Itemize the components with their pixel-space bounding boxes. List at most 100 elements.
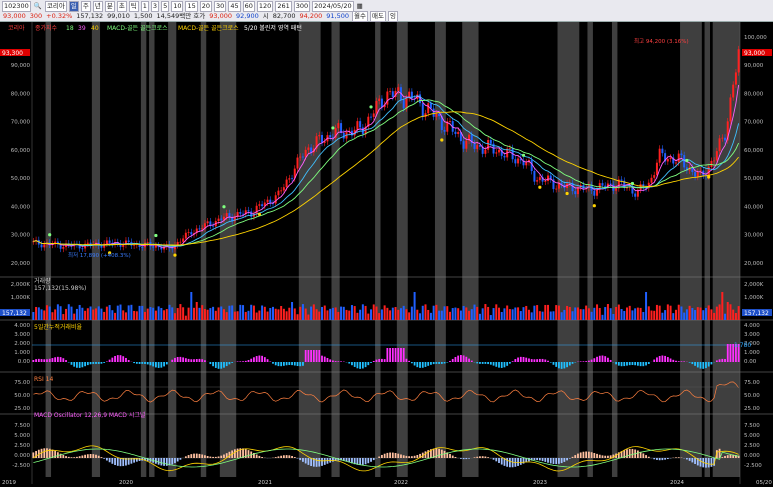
ind1-bar — [334, 361, 337, 362]
macd-histogram-bar — [184, 456, 187, 458]
minute-45-button[interactable]: 45 — [228, 0, 241, 12]
ind1-bar — [427, 362, 430, 366]
ind1-bar — [35, 359, 37, 362]
candle-body — [304, 149, 307, 157]
sell-button[interactable]: 매도 — [369, 10, 386, 22]
candle-body — [100, 245, 103, 248]
ask-price: 92,900 — [236, 11, 259, 20]
low-note: 최저 17,890 (+408.3%) — [68, 251, 131, 259]
macd-histogram-bar — [538, 458, 541, 461]
minute-10-button[interactable]: 10 — [171, 0, 184, 12]
macd-histogram-bar — [220, 455, 223, 458]
volume-bar — [266, 311, 269, 320]
current-price-tag-text: 93,000 — [744, 50, 765, 57]
count-input[interactable]: 261 — [275, 0, 292, 12]
volume-bar — [675, 309, 678, 320]
signal-dot — [154, 233, 158, 238]
minute-30-button[interactable]: 30 — [214, 0, 227, 12]
stock-chart[interactable]: 100,000 90,000 80,000 70,000 60,000 50,000 40,… — [0, 22, 773, 487]
ind1-bar — [430, 362, 432, 365]
ind1-bar — [585, 361, 588, 362]
calendar-icon[interactable]: ▦ — [356, 2, 364, 11]
ind1-bar — [190, 359, 193, 362]
volume-bar — [582, 309, 585, 320]
minute-5-button[interactable]: 5 — [161, 0, 170, 12]
ind1-bar — [348, 362, 351, 364]
period-year-button[interactable]: 년 — [92, 0, 103, 12]
macd-histogram-bar — [361, 458, 364, 465]
ind1-bar — [601, 355, 604, 362]
minute-60-button[interactable]: 60 — [242, 0, 255, 12]
volume-bar — [634, 308, 637, 320]
period-week-button[interactable]: 주 — [80, 0, 91, 12]
volume-bar — [476, 306, 479, 320]
candle-body — [182, 238, 185, 242]
ind1-axis-label: 0.00 — [744, 359, 757, 365]
ind1-bar — [604, 356, 607, 362]
candle-body — [201, 228, 204, 230]
legend-bollinger: 5/20 볼린저 영역 패턴 — [244, 24, 302, 32]
ind1-bar — [255, 356, 258, 362]
count2-input[interactable]: 300 — [293, 0, 311, 12]
minute-15-button[interactable]: 15 — [185, 0, 198, 12]
volume-bar — [236, 311, 239, 320]
minute-3-button[interactable]: 3 — [150, 0, 160, 12]
ind1-bar — [495, 362, 498, 367]
volume-bar — [40, 309, 43, 320]
stock-code-input[interactable]: 102300 — [2, 0, 31, 12]
ind1-bar — [394, 348, 397, 362]
macd-histogram-bar — [579, 452, 582, 458]
ind1-bar — [656, 357, 658, 362]
macd-histogram-bar — [214, 456, 217, 458]
period-tick-button[interactable]: 틱 — [128, 0, 139, 12]
date-input[interactable]: 2024/05/20 — [312, 0, 354, 12]
candle-body — [734, 72, 737, 85]
volume-bar — [702, 310, 705, 320]
candle-body — [620, 179, 623, 181]
shade-band — [557, 22, 580, 477]
ind1-bar — [607, 357, 609, 362]
volume-bar — [291, 302, 294, 320]
search-icon[interactable]: 🔍 — [33, 2, 43, 11]
minute-120-button[interactable]: 120 — [256, 0, 274, 12]
macd-histogram-bar — [258, 455, 261, 458]
minute-20-button[interactable]: 20 — [199, 0, 213, 12]
macd-histogram-bar — [304, 458, 307, 464]
volume-bar — [114, 312, 117, 320]
volume-bar — [628, 305, 631, 320]
ind1-bar — [92, 362, 95, 364]
ind1-bar — [356, 362, 359, 369]
volume-bar — [533, 305, 536, 320]
candle-body — [448, 121, 451, 122]
x-axis-label: 2019 — [2, 480, 16, 486]
volume-bar — [571, 311, 574, 320]
candle-body — [713, 160, 716, 162]
stock-name-field[interactable]: 코리아 — [44, 0, 67, 12]
candle-body — [669, 157, 672, 160]
candle-body — [247, 210, 250, 212]
ind1-bar — [628, 362, 631, 366]
unit-button[interactable]: 월수 — [352, 10, 368, 22]
high-note: 최고 94,200 (3.16%) — [634, 37, 689, 45]
ind1-bar — [195, 359, 198, 362]
volume-bar — [666, 304, 669, 320]
ind1-bar — [201, 359, 204, 362]
macd-histogram-bar — [585, 451, 588, 458]
ind1-bar — [530, 359, 533, 362]
volume-bar — [89, 306, 92, 320]
extra-button[interactable]: 잉 — [387, 10, 398, 22]
period-minute-button[interactable]: 분 — [104, 0, 115, 12]
minute-1-button[interactable]: 1 — [140, 0, 149, 12]
ind1-bar — [435, 362, 438, 364]
candle-body — [86, 242, 89, 244]
period-second-button[interactable]: 초 — [116, 0, 127, 12]
ind1-bar — [538, 358, 541, 362]
ind1-bar — [119, 355, 122, 362]
volume-bar — [563, 309, 566, 320]
candle-body — [710, 160, 713, 167]
macd-axis-label-left: 2.500 — [14, 443, 30, 449]
period-day-button[interactable]: 일 — [68, 0, 79, 12]
ind1-bar — [702, 362, 705, 369]
ind1-bar — [440, 362, 443, 364]
candle-body — [359, 121, 362, 128]
